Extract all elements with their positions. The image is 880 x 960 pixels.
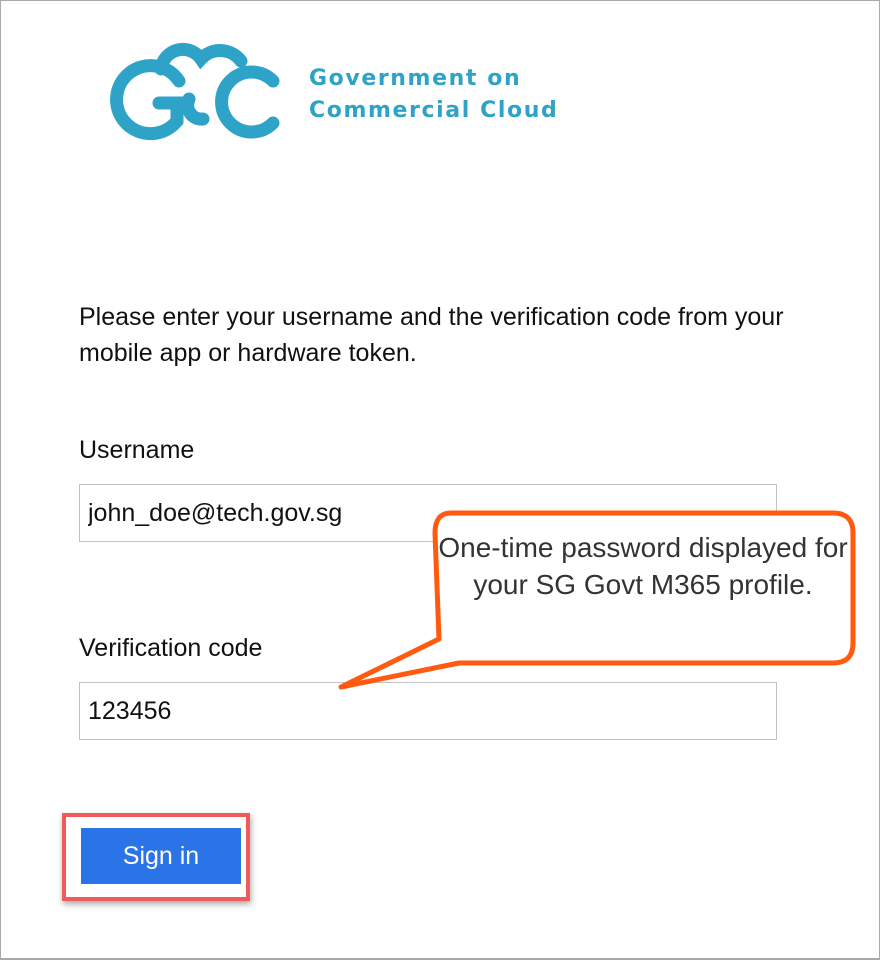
organisation-name-line-2: Commercial Cloud	[309, 98, 559, 123]
verification-code-label: Verification code	[79, 634, 263, 662]
gcc-logo: Government on Commercial Cloud	[101, 37, 581, 147]
organisation-name: Government on Commercial Cloud	[309, 63, 558, 127]
username-label: Username	[79, 436, 195, 464]
sign-in-button[interactable]: Sign in	[81, 828, 241, 884]
sign-in-panel: Government on Commercial Cloud Please en…	[0, 0, 880, 960]
otp-callout: One-time password displayed for your SG …	[301, 501, 861, 701]
gcc-cloud-logo-icon	[110, 43, 280, 141]
organisation-name-line-1: Government on	[309, 66, 522, 91]
instructions-text: Please enter your username and the verif…	[79, 303, 784, 367]
callout-text: One-time password displayed for your SG …	[438, 532, 848, 600]
